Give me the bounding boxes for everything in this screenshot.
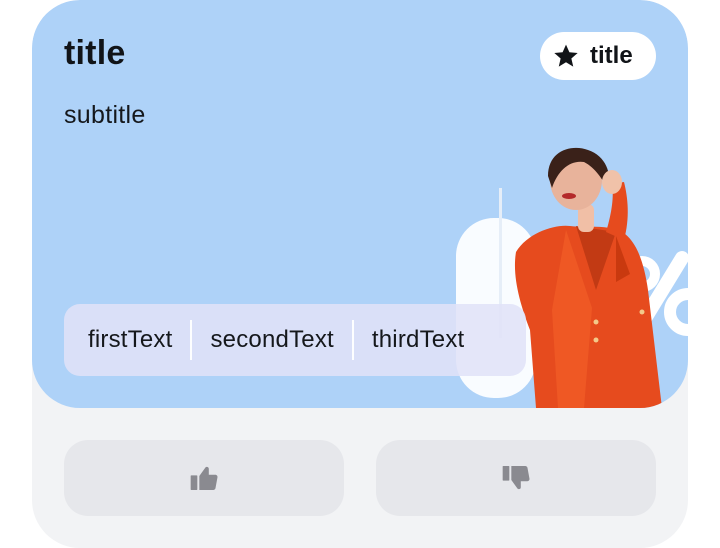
chip-divider	[351, 320, 354, 360]
badge-label: title	[590, 42, 633, 69]
card-subtitle: subtitle	[64, 101, 146, 129]
promo-card: title subtitle title firstText secondTex…	[32, 0, 688, 548]
chip-third[interactable]: thirdText	[354, 326, 483, 354]
thumbs-up-icon	[190, 466, 218, 490]
dislike-button[interactable]	[376, 440, 656, 516]
thumbs-down-icon	[502, 466, 530, 490]
like-button[interactable]	[64, 440, 344, 516]
hero-banner[interactable]: title subtitle title firstText secondTex…	[32, 0, 688, 408]
star-icon	[554, 44, 578, 67]
chip-divider	[190, 320, 193, 360]
chip-first[interactable]: firstText	[64, 326, 190, 354]
chip-second[interactable]: secondText	[192, 326, 351, 354]
title-badge[interactable]: title	[540, 32, 656, 80]
card-title: title	[64, 34, 126, 72]
feedback-actions	[64, 440, 656, 516]
tag-chips: firstText secondText thirdText	[64, 304, 526, 376]
